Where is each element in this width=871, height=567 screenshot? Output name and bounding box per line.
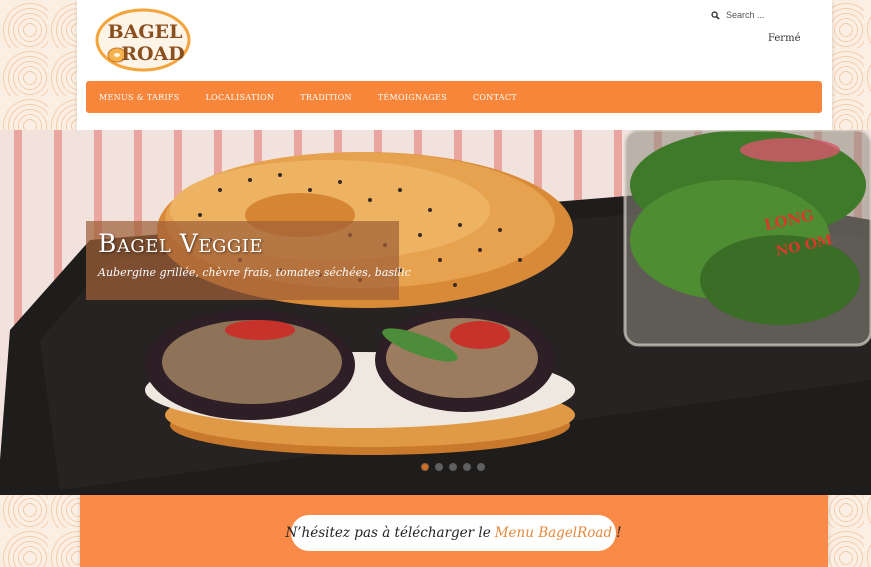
banner-text-after: ! bbox=[616, 525, 622, 541]
nav-item-temoignages[interactable]: TÉMOIGNAGES bbox=[378, 93, 447, 102]
slider-dot-5[interactable] bbox=[477, 463, 485, 471]
nav-item-contact[interactable]: CONTACT bbox=[473, 93, 517, 102]
search-input[interactable] bbox=[726, 10, 816, 20]
slider-dot-4[interactable] bbox=[463, 463, 471, 471]
slide-title: Bagel Veggie bbox=[98, 229, 263, 258]
nav-item-localisation[interactable]: LOCALISATION bbox=[206, 93, 275, 102]
menu-download-banner: N’hésitez pas à télécharger le Menu Bage… bbox=[80, 495, 828, 567]
slider-dot-2[interactable] bbox=[435, 463, 443, 471]
hero-slider[interactable]: LONG NO OM Bagel Veggie Aubergine grillé… bbox=[0, 130, 871, 495]
slider-dot-1[interactable] bbox=[421, 463, 429, 471]
bagel-photo: LONG NO OM bbox=[0, 130, 871, 495]
nav-item-menus-tarifs[interactable]: MENUS & TARIFS bbox=[99, 93, 180, 102]
menu-download-pill: N’hésitez pas à télécharger le Menu Bage… bbox=[285, 515, 622, 551]
main-nav: MENUS & TARIFS LOCALISATION TRADITION TÉ… bbox=[86, 81, 822, 113]
logo-line2: ROAD bbox=[121, 43, 185, 65]
menu-download-link[interactable]: Menu BagelRoad bbox=[495, 525, 612, 541]
site-header: BAGEL ROAD Fermé MENUS & TARIFS LOCALISA… bbox=[77, 0, 832, 130]
opening-status: Fermé bbox=[768, 33, 801, 44]
slide-caption: Bagel Veggie Aubergine grillée, chèvre f… bbox=[86, 221, 411, 300]
bagelroad-logo[interactable]: BAGEL ROAD bbox=[95, 8, 192, 72]
nav-item-tradition[interactable]: TRADITION bbox=[300, 93, 351, 102]
slider-pagination bbox=[421, 463, 485, 471]
logo-line1: BAGEL bbox=[108, 21, 183, 43]
search-icon bbox=[711, 10, 720, 20]
search-box[interactable] bbox=[711, 8, 821, 22]
slider-dot-3[interactable] bbox=[449, 463, 457, 471]
slide-subtitle: Aubergine grillée, chèvre frais, tomates… bbox=[98, 266, 411, 279]
banner-text-before: N’hésitez pas à télécharger le bbox=[285, 525, 491, 541]
